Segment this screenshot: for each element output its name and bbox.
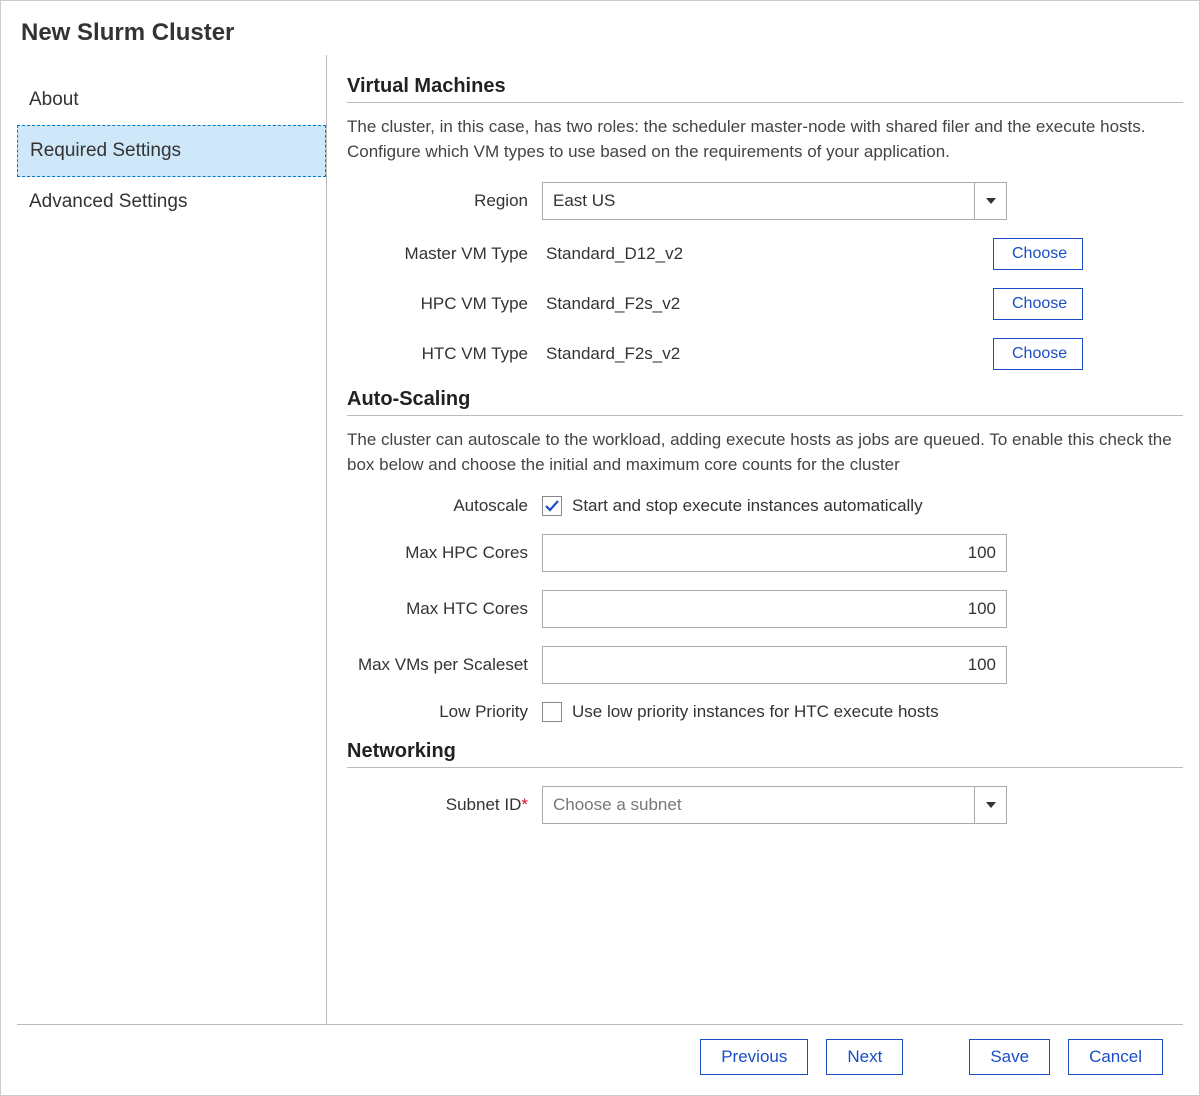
label-subnet-id: Subnet ID* xyxy=(347,795,542,815)
wizard-sidebar: About Required Settings Advanced Setting… xyxy=(17,55,327,1024)
autoscale-checkbox[interactable] xyxy=(542,496,562,516)
chevron-down-icon xyxy=(974,183,1006,219)
required-star-icon: * xyxy=(521,795,528,814)
section-title-autoscaling: Auto-Scaling xyxy=(347,388,1183,416)
cancel-button[interactable]: Cancel xyxy=(1068,1039,1163,1075)
new-cluster-dialog: New Slurm Cluster About Required Setting… xyxy=(0,0,1200,1096)
label-max-vms: Max VMs per Scaleset xyxy=(347,655,542,675)
autoscale-checkbox-label: Start and stop execute instances automat… xyxy=(572,496,923,516)
sidebar-item-required-settings[interactable]: Required Settings xyxy=(17,125,326,177)
max-vms-input[interactable] xyxy=(542,646,1007,684)
max-htc-cores-input[interactable] xyxy=(542,590,1007,628)
label-master-vm: Master VM Type xyxy=(347,244,542,264)
subnet-select[interactable]: Choose a subnet xyxy=(542,786,1007,824)
region-select[interactable]: East US xyxy=(542,182,1007,220)
label-max-hpc-cores: Max HPC Cores xyxy=(347,543,542,563)
section-title-vm: Virtual Machines xyxy=(347,75,1183,103)
section-desc-autoscaling: The cluster can autoscale to the workloa… xyxy=(347,428,1183,477)
max-hpc-cores-input[interactable] xyxy=(542,534,1007,572)
choose-htc-vm-button[interactable]: Choose xyxy=(993,338,1083,370)
wizard-main: Virtual Machines The cluster, in this ca… xyxy=(327,55,1183,1024)
label-region: Region xyxy=(347,191,542,211)
subnet-select-placeholder: Choose a subnet xyxy=(543,787,974,823)
dialog-footer: Previous Next Save Cancel xyxy=(17,1024,1183,1095)
value-hpc-vm: Standard_F2s_v2 xyxy=(542,294,917,314)
previous-button[interactable]: Previous xyxy=(700,1039,808,1075)
section-desc-vm: The cluster, in this case, has two roles… xyxy=(347,115,1183,164)
choose-master-vm-button[interactable]: Choose xyxy=(993,238,1083,270)
value-htc-vm: Standard_F2s_v2 xyxy=(542,344,917,364)
label-htc-vm: HTC VM Type xyxy=(347,344,542,364)
low-priority-checkbox[interactable] xyxy=(542,702,562,722)
label-hpc-vm: HPC VM Type xyxy=(347,294,542,314)
value-master-vm: Standard_D12_v2 xyxy=(542,244,917,264)
region-select-value: East US xyxy=(543,183,974,219)
sidebar-item-about[interactable]: About xyxy=(17,75,326,125)
label-subnet-id-text: Subnet ID xyxy=(446,795,522,814)
label-low-priority: Low Priority xyxy=(347,702,542,722)
save-button[interactable]: Save xyxy=(969,1039,1050,1075)
low-priority-checkbox-label: Use low priority instances for HTC execu… xyxy=(572,702,939,722)
dialog-title: New Slurm Cluster xyxy=(1,1,1199,55)
label-autoscale: Autoscale xyxy=(347,496,542,516)
dialog-body: About Required Settings Advanced Setting… xyxy=(1,55,1199,1024)
label-max-htc-cores: Max HTC Cores xyxy=(347,599,542,619)
next-button[interactable]: Next xyxy=(826,1039,903,1075)
chevron-down-icon xyxy=(974,787,1006,823)
choose-hpc-vm-button[interactable]: Choose xyxy=(993,288,1083,320)
sidebar-item-advanced-settings[interactable]: Advanced Settings xyxy=(17,177,326,227)
section-title-networking: Networking xyxy=(347,740,1183,768)
